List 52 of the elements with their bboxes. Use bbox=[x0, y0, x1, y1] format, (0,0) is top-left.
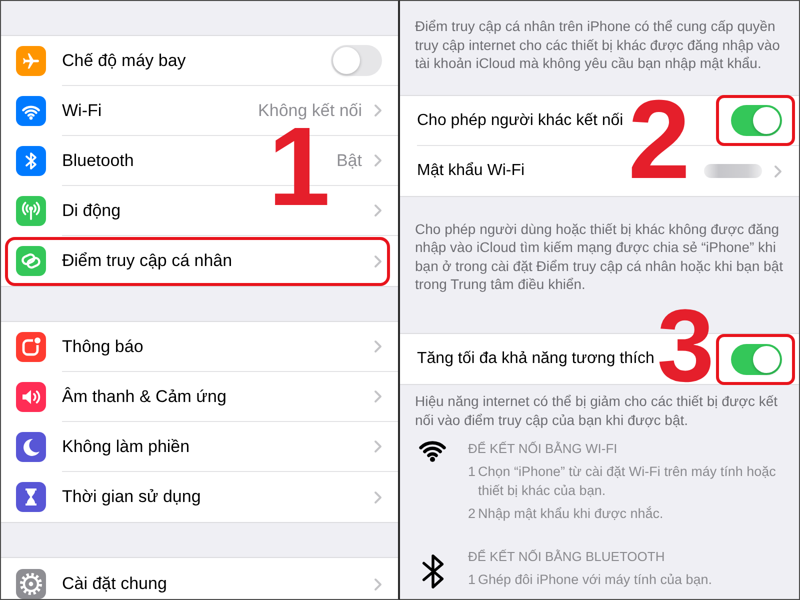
row-value: Bật bbox=[336, 150, 362, 170]
step-text: Chọn “iPhone” từ cài đặt Wi-Fi trên máy tính hoặc thiết bị khác của bạn. bbox=[478, 463, 777, 500]
blurred-password bbox=[704, 164, 762, 178]
chevron-icon bbox=[374, 104, 382, 117]
wifi-icon bbox=[16, 96, 46, 126]
row-label: Cho phép người khác kết nối bbox=[417, 112, 624, 130]
row-label: Wi-Fi bbox=[62, 100, 102, 120]
step-text: Ghép đôi iPhone với máy tính của bạn. bbox=[478, 571, 712, 589]
step-number: 2 bbox=[468, 505, 477, 523]
row-label: Tăng tối đa khả năng tương thích bbox=[417, 350, 654, 368]
chevron-icon bbox=[374, 390, 382, 403]
note-text: Cho phép người dùng hoặc thiết bị khác không được đăng nhập vào iCloud tìm kiếm mạng được chia sẻ “iPhone” khi bạn ở trong cài đặt Điểm truy cập cá nhân hoặc khi bạn bật trong Trung tâm điều khiển. bbox=[414, 220, 784, 294]
antenna-icon bbox=[16, 196, 46, 226]
notification-icon bbox=[16, 332, 46, 362]
bluetooth-icon bbox=[16, 146, 46, 176]
row-label: Thời gian sử dụng bbox=[62, 487, 201, 507]
speaker-icon bbox=[16, 382, 46, 412]
row-label: Âm thanh & Cảm ứng bbox=[62, 386, 226, 406]
bluetooth-icon bbox=[422, 554, 444, 589]
row-label: Bluetooth bbox=[62, 150, 134, 170]
chevron-icon bbox=[374, 340, 382, 353]
row-label: Không làm phiền bbox=[62, 436, 190, 456]
row-label: Chế độ máy bay bbox=[62, 50, 186, 70]
chevron-icon bbox=[374, 254, 382, 268]
method-heading: ĐỂ KẾT NỐI BẰNG BLUETOOTH bbox=[468, 548, 666, 566]
chevron-icon bbox=[374, 490, 382, 504]
chain-link-icon bbox=[16, 246, 46, 276]
step-number: 1 bbox=[468, 571, 477, 589]
toggle-switch[interactable] bbox=[331, 45, 382, 76]
row-label: Cài đặt chung bbox=[62, 574, 167, 594]
method-heading: ĐỂ KẾT NỐI BẰNG WI-FI bbox=[468, 440, 618, 458]
chevron-icon bbox=[374, 440, 382, 453]
step-text: Nhập mật khẩu khi được nhắc. bbox=[478, 505, 664, 523]
hourglass-icon bbox=[16, 482, 46, 512]
row-label: Thông báo bbox=[62, 336, 144, 356]
step-number: 1 bbox=[468, 463, 477, 481]
chevron-icon bbox=[374, 204, 382, 217]
gear-icon bbox=[16, 569, 46, 599]
wifi-icon bbox=[419, 441, 446, 462]
toggle-switch[interactable] bbox=[731, 105, 782, 136]
row-label: Điểm truy cập cá nhân bbox=[62, 251, 232, 271]
chevron-icon bbox=[374, 578, 382, 590]
row-value: Không kết nối bbox=[258, 100, 362, 120]
note-text: Hiệu năng internet có thể bị giảm cho các thiết bị được kết nối vào điểm truy cập của bạn khi được bật. bbox=[414, 392, 779, 429]
chevron-icon bbox=[374, 154, 382, 167]
moon-icon bbox=[16, 432, 46, 462]
chevron-icon bbox=[774, 164, 782, 178]
note-text: Điểm truy cập cá nhân trên iPhone có thể cung cấp quyền truy cập internet cho các thiết bị khác được đăng nhập vào tài khoản iCloud mà không yêu cầu bạn nhập mật khẩu. bbox=[414, 17, 781, 72]
row-label: Mật khẩu Wi-Fi bbox=[417, 162, 525, 180]
row-label: Di động bbox=[62, 200, 121, 220]
toggle-switch[interactable] bbox=[731, 344, 782, 374]
airplane-icon bbox=[16, 46, 46, 76]
